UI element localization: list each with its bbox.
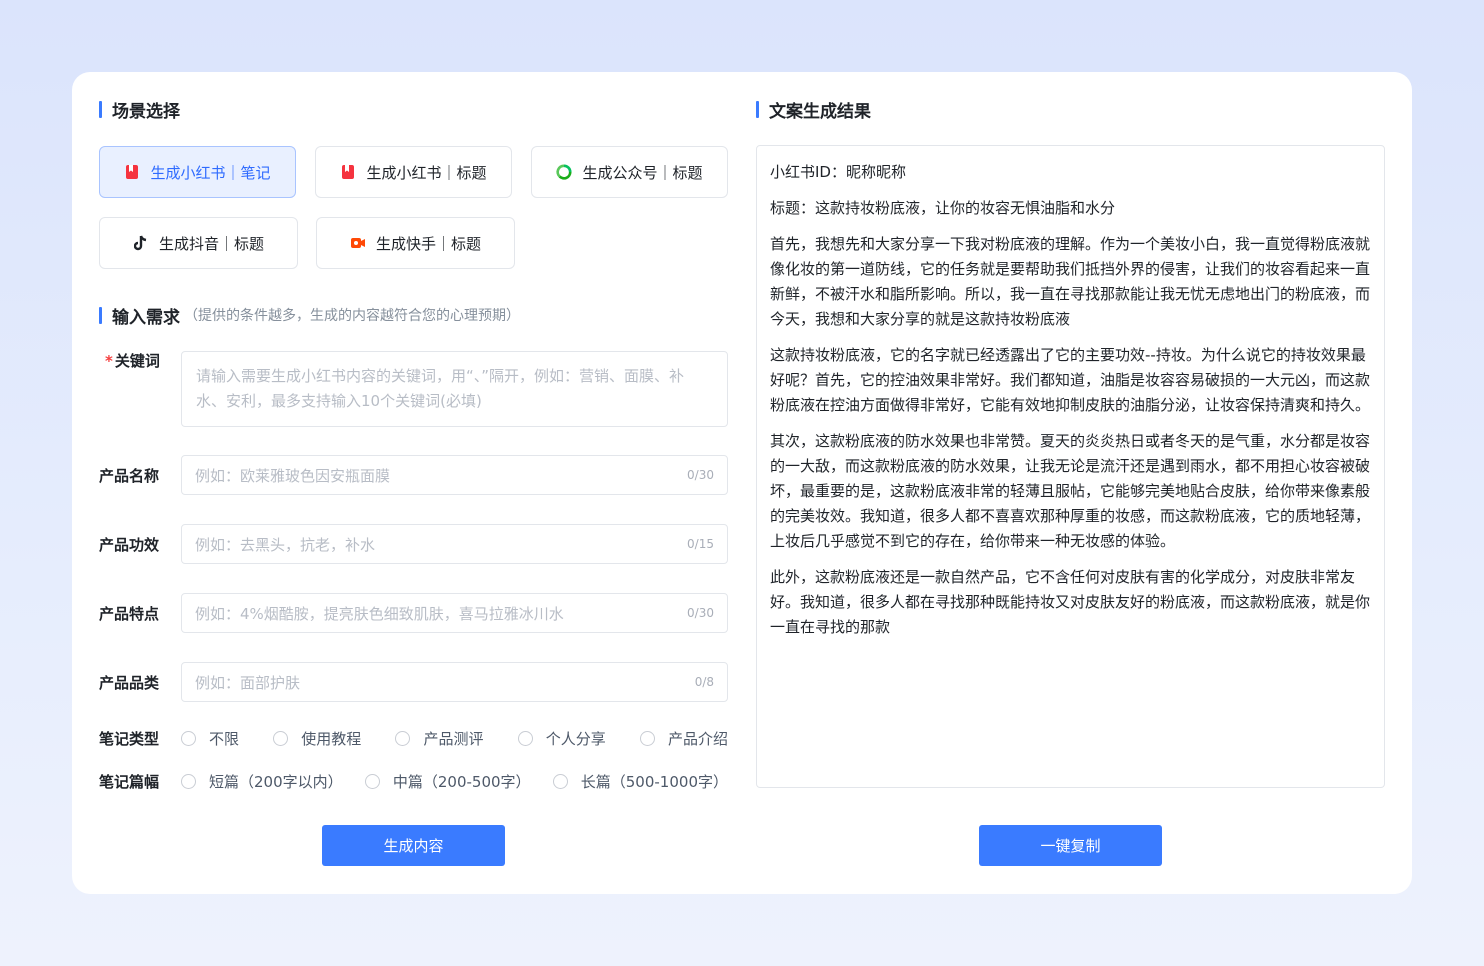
product-effect-placeholder: 例如：去黑头，抗老，补水 [195, 535, 376, 554]
scene-title: 场景选择 [112, 101, 180, 122]
keyword-textarea[interactable]: 请输入需要生成小红书内容的关键词，用“、”隔开，例如：营销、面膜、补水、安利，最… [181, 351, 728, 427]
radio-circle[interactable] [364, 774, 380, 789]
scene-section-title: 场景选择 [99, 98, 180, 122]
result-title: 文案生成结果 [769, 101, 871, 122]
title-accent-bar [99, 100, 102, 118]
product-name-input[interactable]: 例如：欧莱雅玻色因安瓶面膜 0/30 [181, 455, 728, 495]
radio-circle[interactable] [181, 731, 196, 746]
product-category-label: 产品品类 [99, 674, 160, 692]
product-feature-count: 0/30 [687, 606, 714, 620]
note-type-option-unlimited[interactable]: 不限 [181, 728, 239, 749]
product-name-placeholder: 例如：欧莱雅玻色因安瓶面膜 [195, 466, 391, 485]
result-paragraph: 标题：这款持妆粉底液，让你的妆容无惧油脂和水分 [770, 199, 1116, 217]
scene-button-kuaishou-title[interactable]: 生成快手｜标题 [316, 217, 515, 269]
xiaohongshu-icon [340, 164, 356, 180]
input-title: 输入需求 [112, 307, 180, 328]
required-mark: * [105, 352, 113, 370]
product-category-placeholder: 例如：面部护肤 [195, 673, 301, 692]
result-paragraph: 首先，我想先和大家分享一下我对粉底液的理解。作为一个美妆小白，我一直觉得粉底液就… [770, 235, 1371, 328]
radio-circle[interactable] [181, 774, 196, 789]
product-feature-placeholder: 例如：4%烟酷胺，提亮肤色细致肌肤，喜马拉雅冰川水 [195, 604, 564, 623]
copy-all-button[interactable]: 一键复制 [979, 825, 1162, 866]
note-length-option-medium[interactable]: 中篇（200-500字） [364, 771, 531, 792]
result-paragraph: 其次，这款粉底液的防水效果也非常赞。夏天的炎炎热日或者冬天的是气重，水分都是妆容… [770, 432, 1371, 550]
scene-button-wechat-title[interactable]: 生成公众号｜标题 [531, 146, 728, 198]
product-name-label: 产品名称 [99, 467, 160, 485]
note-type-option-review[interactable]: 产品测评 [395, 728, 483, 749]
kuaishou-icon [350, 235, 366, 251]
result-paragraph: 此外，这款粉底液还是一款自然产品，它不含任何对皮肤有害的化学成分，对皮肤非常友好… [770, 568, 1371, 636]
title-accent-bar [756, 100, 759, 118]
product-effect-input[interactable]: 例如：去黑头，抗老，补水 0/15 [181, 524, 728, 564]
scene-button-xiaohongshu-title[interactable]: 生成小红书｜标题 [315, 146, 512, 198]
product-effect-count: 0/15 [687, 537, 714, 551]
note-type-option-tutorial[interactable]: 使用教程 [273, 728, 361, 749]
keyword-label: * 关键词 [105, 352, 160, 370]
radio-circle[interactable] [552, 774, 568, 789]
product-feature-label: 产品特点 [99, 605, 160, 623]
product-effect-label: 产品功效 [99, 536, 160, 554]
note-type-label: 笔记类型 [99, 730, 160, 748]
xiaohongshu-icon [124, 164, 140, 180]
wechat-official-icon [556, 164, 573, 180]
note-length-label: 笔记篇幅 [99, 773, 160, 791]
radio-circle[interactable] [273, 731, 289, 746]
product-category-count: 0/8 [694, 675, 714, 689]
title-accent-bar [99, 306, 102, 324]
main-card: 场景选择 生成小红书｜笔记 生成小红书｜标题 生成公众号｜标题 生成抖音｜标题 … [72, 72, 1412, 894]
note-type-option-intro[interactable]: 产品介绍 [639, 728, 728, 749]
result-paragraph: 这款持妆粉底液，它的名字就已经透露出了它的主要功效--持妆。为什么说它的持妆效果… [770, 346, 1371, 414]
product-name-count: 0/30 [687, 468, 714, 482]
note-type-option-personal[interactable]: 个人分享 [517, 728, 606, 749]
note-length-radio-group: 短篇（200字以内） 中篇（200-500字） 长篇（500-1000字） [181, 771, 728, 792]
scene-button-xiaohongshu-note[interactable]: 生成小红书｜笔记 [99, 146, 296, 198]
result-paragraph: 小红书ID：昵称昵称 [770, 163, 906, 181]
note-type-radio-group: 不限 使用教程 产品测评 个人分享 产品介绍 [181, 728, 728, 749]
radio-circle[interactable] [395, 731, 411, 746]
input-section-title: 输入需求 （提供的条件越多，生成的内容越符合您的心理预期） [99, 304, 520, 328]
result-section-title: 文案生成结果 [756, 98, 871, 122]
douyin-icon [133, 235, 149, 251]
scene-button-douyin-title[interactable]: 生成抖音｜标题 [99, 217, 298, 269]
product-category-input[interactable]: 例如：面部护肤 0/8 [181, 662, 728, 702]
generate-content-button[interactable]: 生成内容 [322, 825, 505, 866]
input-hint: （提供的条件越多，生成的内容越符合您的心理预期） [184, 308, 520, 324]
result-output-box[interactable]: 小红书ID：昵称昵称 标题：这款持妆粉底液，让你的妆容无惧油脂和水分 首先，我想… [756, 145, 1385, 788]
radio-circle[interactable] [639, 731, 655, 746]
note-length-option-long[interactable]: 长篇（500-1000字） [552, 771, 728, 792]
radio-circle[interactable] [517, 731, 533, 746]
keyword-placeholder: 请输入需要生成小红书内容的关键词，用“、”隔开，例如：营销、面膜、补水、安利，最… [196, 367, 685, 410]
note-length-option-short[interactable]: 短篇（200字以内） [181, 771, 343, 792]
product-feature-input[interactable]: 例如：4%烟酷胺，提亮肤色细致肌肤，喜马拉雅冰川水 0/30 [181, 593, 728, 633]
